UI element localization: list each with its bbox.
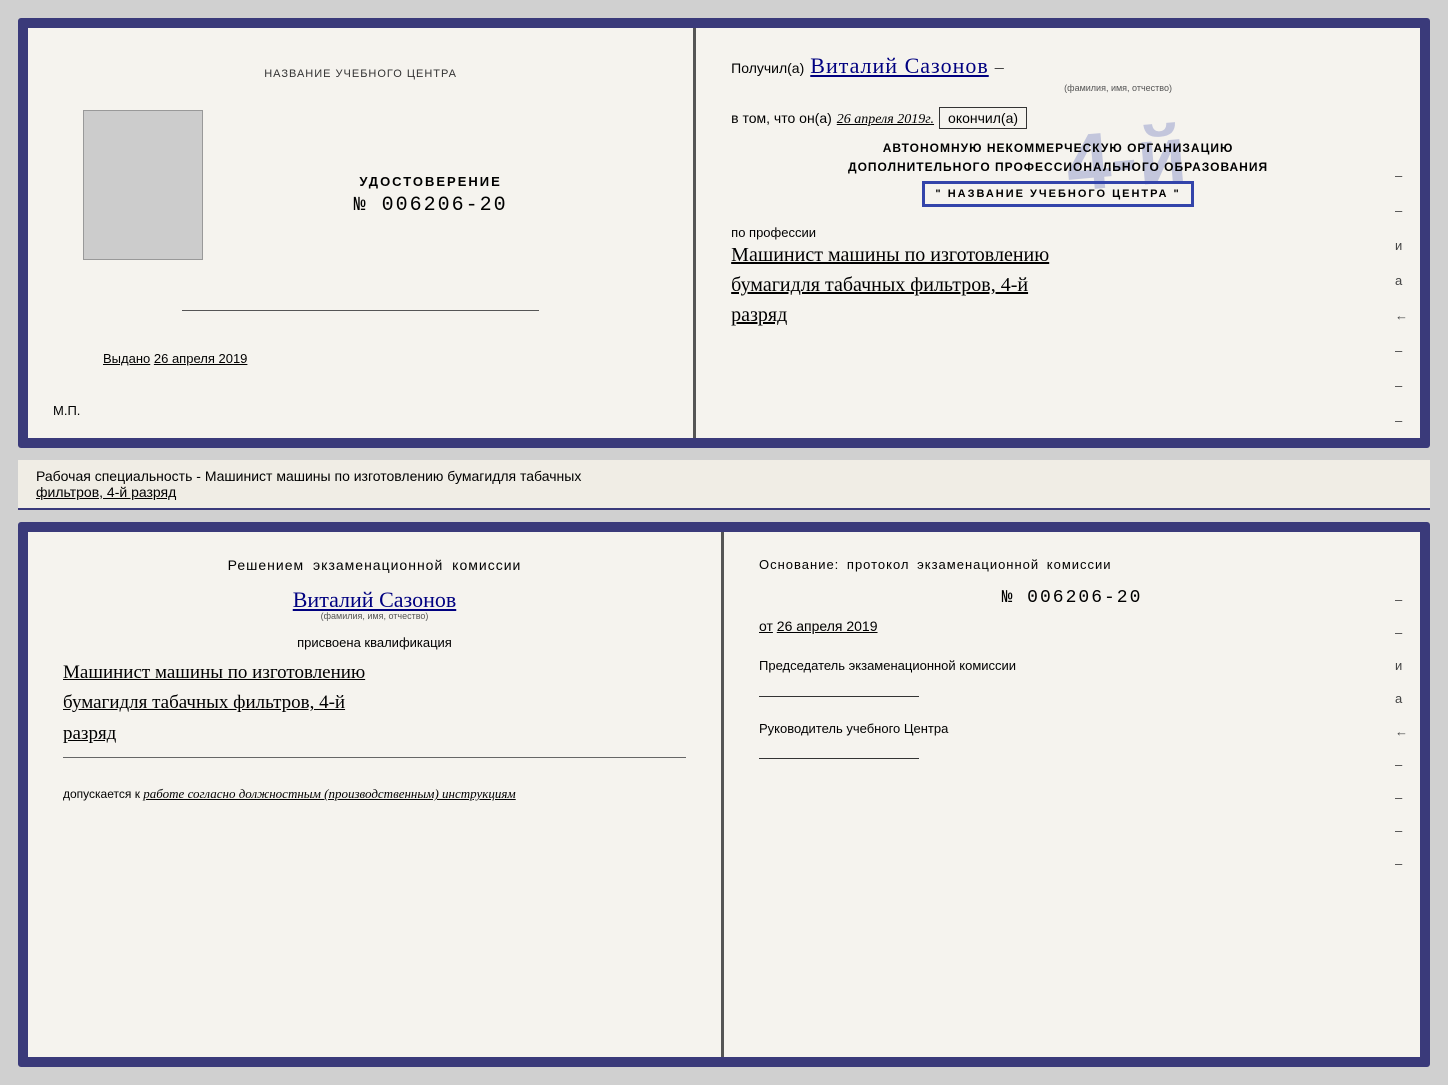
cert-label: УДОСТОВЕРЕНИЕ (359, 174, 501, 189)
osnov-date: от 26 апреля 2019 (759, 618, 1385, 634)
photo-placeholder (83, 110, 203, 260)
bottom-certificate: Решением экзаменационной комиссии Витали… (18, 522, 1430, 1067)
r-arrow-mark: ← (1395, 724, 1408, 739)
arrow-mark: ← (1395, 308, 1408, 323)
fio-subtitle: (фамилия, имя, отчество) (63, 611, 686, 621)
page: НАЗВАНИЕ УЧЕБНОГО ЦЕНТРА УДОСТОВЕРЕНИЕ №… (0, 0, 1448, 1085)
cert-issued-prefix: Выдано (103, 351, 150, 366)
chairman-label: Председатель экзаменационной комиссии (759, 656, 1385, 676)
separator-text: Рабочая специальность - Машинист машины … (18, 460, 1430, 510)
director-block: Руководитель учебного Центра (759, 719, 1385, 760)
i-mark: и (1395, 238, 1408, 253)
dash-mark-4: – (1395, 378, 1408, 393)
name-subtitle: (фамилия, имя, отчество) (851, 83, 1385, 93)
r-dash-1: – (1395, 592, 1408, 607)
director-signature-line (759, 758, 919, 759)
separator-underline: фильтров, 4-й разряд (36, 484, 176, 500)
cert-issued: Выдано 26 апреля 2019 (103, 351, 247, 366)
bottom-right-edge-marks: – – и а ← – – – – (1395, 592, 1408, 871)
r-dash-3: – (1395, 757, 1408, 772)
chairman-signature-line (759, 696, 919, 697)
chairman-block: Председатель экзаменационной комиссии (759, 656, 1385, 697)
qualification-value: Машинист машины по изготовлению бумагидл… (63, 658, 686, 749)
okonchil-label: окончил(а) (939, 107, 1027, 129)
cert-issued-date: 26 апреля 2019 (154, 351, 248, 366)
cert-right-page: Получил(а) Виталий Сазонов – (фамилия, и… (696, 28, 1420, 438)
director-label: Руководитель учебного Центра (759, 719, 1385, 739)
qual-line1: Машинист машины по изготовлению (63, 658, 686, 688)
profession-label: по профессии (731, 225, 1385, 240)
org-line1: АВТОНОМНУЮ НЕКОММЕРЧЕСКУЮ ОРГАНИЗАЦИЮ (731, 139, 1385, 158)
cert-number: № 006206-20 (354, 194, 508, 217)
mp-label: М.П. (53, 403, 80, 418)
cert-center-name: НАЗВАНИЕ УЧЕБНОГО ЦЕНТРА (264, 68, 457, 80)
commission-title: Решением экзаменационной комиссии (63, 557, 686, 573)
vtom-date: 26 апреля 2019г. (837, 112, 934, 128)
bottom-left-page: Решением экзаменационной комиссии Витали… (28, 532, 724, 1057)
dash-mark-3: – (1395, 343, 1408, 358)
osnov-number: № 006206-20 (759, 588, 1385, 608)
cert-left-page: НАЗВАНИЕ УЧЕБНОГО ЦЕНТРА УДОСТОВЕРЕНИЕ №… (28, 28, 696, 438)
org-name: " НАЗВАНИЕ УЧЕБНОГО ЦЕНТРА " (935, 188, 1180, 200)
separator-normal: Рабочая специальность - Машинист машины … (36, 468, 581, 484)
r-dash-6: – (1395, 856, 1408, 871)
recipient-line: Получил(а) Виталий Сазонов – (731, 53, 1385, 79)
dash-mark-2: – (1395, 203, 1408, 218)
dopusk-prefix: допускается к (63, 787, 140, 801)
org-line2: ДОПОЛНИТЕЛЬНОГО ПРОФЕССИОНАЛЬНОГО ОБРАЗО… (731, 158, 1385, 177)
vtom-prefix: в том, что он(а) (731, 110, 832, 126)
osnov-title: Основание: протокол экзаменационной коми… (759, 557, 1385, 572)
right-edge-marks: – – и а ← – – – – (1395, 168, 1408, 448)
dash-mark-5: – (1395, 413, 1408, 428)
dash-mark-1: – (1395, 168, 1408, 183)
qual-line2: бумагидля табачных фильтров, 4-й (63, 688, 686, 718)
profession-line3: разряд (731, 300, 1385, 330)
vtom-line: в том, что он(а) 26 апреля 2019г. окончи… (731, 107, 1385, 129)
dopusk-value: работе согласно должностным (производств… (143, 786, 515, 801)
top-certificate: НАЗВАНИЕ УЧЕБНОГО ЦЕНТРА УДОСТОВЕРЕНИЕ №… (18, 18, 1430, 448)
profession-value: Машинист машины по изготовлению бумагидл… (731, 240, 1385, 330)
osnov-date-prefix: от (759, 618, 773, 634)
a-mark: а (1395, 273, 1408, 288)
r-a-mark: а (1395, 691, 1408, 706)
r-i-mark: и (1395, 658, 1408, 673)
r-dash-5: – (1395, 823, 1408, 838)
profession-line1: Машинист машины по изготовлению (731, 240, 1385, 270)
r-dash-4: – (1395, 790, 1408, 805)
org-stamp: " НАЗВАНИЕ УЧЕБНОГО ЦЕНТРА " (922, 181, 1193, 207)
recipient-prefix: Получил(а) (731, 60, 804, 76)
bottom-right-page: Основание: протокол экзаменационной коми… (724, 532, 1420, 1057)
recipient-name: Виталий Сазонов (810, 53, 988, 79)
recipient-dash: – (995, 57, 1004, 78)
profession-line2: бумагидля табачных фильтров, 4-й (731, 270, 1385, 300)
osnov-date-value: 26 апреля 2019 (777, 618, 878, 634)
qualification-label: присвоена квалификация (63, 635, 686, 650)
qual-line3: разряд (63, 719, 686, 749)
r-dash-2: – (1395, 625, 1408, 640)
org-block: АВТОНОМНУЮ НЕКОММЕРЧЕСКУЮ ОРГАНИЗАЦИЮ ДО… (731, 139, 1385, 207)
dopusk-line: допускается к работе согласно должностны… (63, 786, 686, 802)
person-name-bottom: Виталий Сазонов (63, 587, 686, 613)
